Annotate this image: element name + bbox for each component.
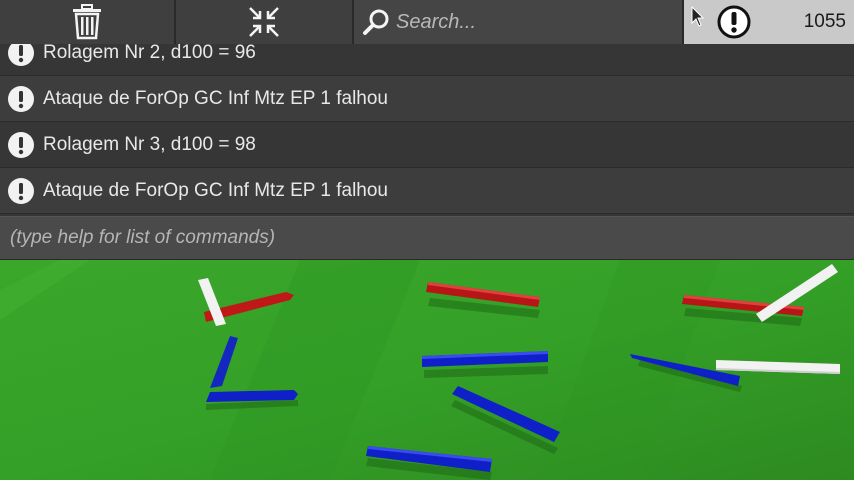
collapse-button[interactable]: [176, 0, 354, 44]
search-icon: [363, 9, 389, 35]
toolbar: 1055: [0, 0, 854, 44]
log-entry-text: Ataque de ForOp GC Inf Mtz EP 1 falhou: [43, 87, 388, 109]
alert-icon: [8, 44, 34, 66]
log-entry-text: Rolagem Nr 3, d100 = 98: [43, 133, 256, 155]
collapse-icon: [249, 7, 279, 37]
trash-icon: [73, 4, 101, 40]
alert-icon[interactable]: [717, 5, 751, 39]
status-area: 1055: [684, 0, 854, 44]
command-input[interactable]: [10, 227, 830, 249]
cursor-icon: [691, 6, 705, 27]
game-field[interactable]: [0, 260, 854, 480]
log-entry-text: Rolagem Nr 2, d100 = 96: [43, 44, 256, 63]
message-log[interactable]: Rolagem Nr 2, d100 = 96 Ataque de ForOp …: [0, 44, 854, 216]
command-line[interactable]: [0, 216, 854, 260]
alert-icon: [8, 131, 34, 158]
log-entry: Ataque de ForOp GC Inf Mtz EP 1 falhou: [0, 76, 854, 122]
alert-icon: [8, 85, 34, 112]
log-entry: Rolagem Nr 2, d100 = 96: [0, 44, 854, 76]
search-box[interactable]: [354, 0, 684, 44]
game-window: 1055 Rolagem Nr 2, d100 = 96 Ataque de F…: [0, 0, 854, 480]
log-entry: Ataque de ForOp GC Inf Mtz EP 1 falhou: [0, 168, 854, 214]
log-entry: Rolagem Nr 3, d100 = 98: [0, 122, 854, 168]
blue-unit[interactable]: [206, 390, 298, 402]
counter-value: 1055: [803, 11, 846, 32]
search-input[interactable]: [396, 10, 676, 34]
log-entry-text: Ataque de ForOp GC Inf Mtz EP 1 falhou: [43, 179, 388, 201]
alert-icon: [8, 177, 34, 204]
clear-log-button[interactable]: [0, 0, 176, 44]
